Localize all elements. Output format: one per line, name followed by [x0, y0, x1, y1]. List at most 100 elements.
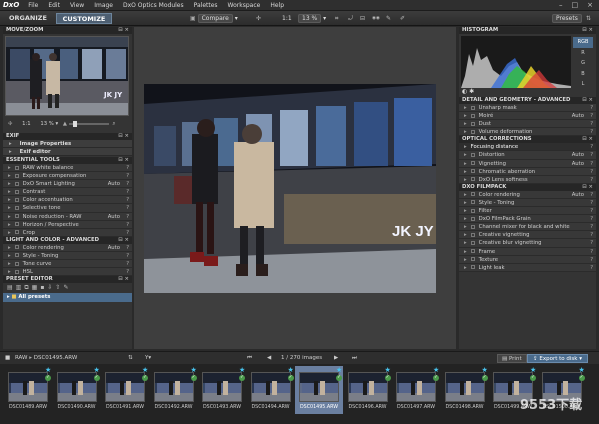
enable-checkbox[interactable] — [470, 129, 475, 134]
exif-editor-item[interactable]: ▸ Exif editor — [3, 148, 132, 156]
move-zoom-header[interactable]: MOVE/ZOOM ⊟ × — [3, 27, 132, 34]
filmpack-style-toning[interactable]: ▸ Style - Toning? — [459, 198, 596, 208]
thumbnail[interactable] — [444, 372, 485, 402]
detail-volume-deformation[interactable]: ▸ Volume deformation? — [459, 128, 596, 137]
magnifier-icon[interactable]: ⌕ — [112, 121, 115, 127]
panel-close-icon[interactable]: ⊟ × — [118, 27, 129, 34]
filmpack-texture[interactable]: ▸ Texture? — [459, 255, 596, 264]
enable-checkbox[interactable] — [470, 177, 475, 182]
enable-checkbox[interactable] — [14, 245, 19, 250]
channel-g[interactable]: G — [573, 58, 593, 69]
enable-checkbox[interactable] — [14, 173, 19, 178]
image-viewer[interactable]: JK JY — [134, 27, 456, 349]
help-icon[interactable]: ? — [590, 199, 593, 207]
detail-moir[interactable]: ▸ Moiré Auto? — [459, 112, 596, 121]
enable-checkbox[interactable] — [470, 257, 475, 262]
thumbnail[interactable] — [8, 372, 48, 402]
enable-checkbox[interactable] — [14, 205, 19, 210]
essential-exposure-compensation[interactable]: ▸ Exposure compensation? — [3, 172, 132, 181]
essential-tools-header[interactable]: ESSENTIAL TOOLS ⊟ × — [3, 157, 132, 164]
help-icon[interactable]: ? — [126, 252, 129, 260]
tab-organize[interactable]: ORGANIZE — [3, 13, 53, 24]
filmpack-frame[interactable]: ▸ Frame? — [459, 247, 596, 256]
essential-raw-white-balance[interactable]: ▸ RAW white balance? — [3, 164, 132, 173]
light-style-toning[interactable]: ▸ Style - Toning? — [3, 251, 132, 261]
optical-corrections-header[interactable]: OPTICAL CORRECTIONS ⊟ × — [459, 136, 596, 144]
light-hsl[interactable]: ▸ HSL? — [3, 268, 132, 277]
enable-checkbox[interactable] — [470, 224, 475, 229]
compare-button[interactable]: ▣ Compare ▾ — [190, 14, 238, 23]
detail-unsharp-mask[interactable]: ▸ Unsharp mask? — [459, 104, 596, 113]
thumbnail[interactable] — [250, 372, 291, 402]
enable-checkbox[interactable] — [470, 208, 475, 213]
optical-vignetting[interactable]: ▸ Vignetting Auto? — [459, 159, 596, 168]
optical-chromatic-aberration[interactable]: ▸ Chromatic aberration? — [459, 167, 596, 176]
help-icon[interactable]: ? — [126, 188, 129, 196]
optical-focusing-distance[interactable]: ▸ Focusing distance? — [459, 143, 596, 152]
detail-dust[interactable]: ▸ Dust? — [459, 120, 596, 129]
optical-dxo-lens-softness[interactable]: ▸ DxO Lens softness? — [459, 175, 596, 184]
enable-checkbox[interactable] — [470, 232, 475, 237]
clipping-icons[interactable]: ◐ ✱ — [462, 88, 474, 95]
enable-checkbox[interactable] — [470, 121, 475, 126]
enable-checkbox[interactable] — [470, 200, 475, 205]
nav-ratio[interactable]: 1:1 — [22, 121, 31, 127]
path-root[interactable]: RAW — [15, 355, 28, 361]
help-icon[interactable]: ? — [590, 160, 593, 168]
enable-checkbox[interactable] — [14, 269, 19, 274]
help-icon[interactable]: ? — [126, 213, 129, 221]
essential-selective-tone[interactable]: ▸ Selective tone? — [3, 204, 132, 213]
horizon-icon[interactable]: ⊟ — [360, 14, 365, 23]
folder-nav-icon[interactable]: ■ — [5, 355, 10, 361]
menu-optics-modules[interactable]: DxO Optics Modules — [118, 2, 189, 9]
zoom-slider-handle[interactable] — [72, 120, 77, 127]
enable-checkbox[interactable] — [14, 197, 19, 202]
filmpack-channel-mixer-for-black-and-white[interactable]: ▸ Channel mixer for black and white? — [459, 223, 596, 232]
detail-geometry-header[interactable]: DETAIL AND GEOMETRY - ADVANCED ⊟ × — [459, 97, 596, 104]
essential-crop[interactable]: ▸ Crop? — [3, 228, 132, 237]
filmpack-filter[interactable]: ▸ Filter? — [459, 207, 596, 216]
zoom-slider[interactable] — [68, 120, 109, 127]
help-icon[interactable]: ? — [126, 229, 129, 237]
preset-editor-header[interactable]: PRESET EDITOR ⊟ × — [3, 276, 132, 284]
channel-rgb[interactable]: RGB — [573, 37, 593, 48]
picker-icon[interactable]: ✐ — [400, 14, 405, 23]
new-preset-icon[interactable]: ▤ — [7, 284, 16, 291]
light-color-header[interactable]: LIGHT AND COLOR - ADVANCED ⊟ × — [3, 236, 132, 244]
export-button[interactable]: ⇪ Export to disk ▾ — [527, 354, 588, 363]
help-icon[interactable]: ? — [590, 223, 593, 231]
light-tone-curve[interactable]: ▸ Tone curve? — [3, 260, 132, 269]
enable-checkbox[interactable] — [470, 192, 475, 197]
thumbnail[interactable] — [347, 372, 388, 402]
help-icon[interactable]: ? — [590, 248, 593, 256]
essential-color-accentuation[interactable]: ▸ Color accentuation? — [3, 196, 132, 205]
enable-checkbox[interactable] — [470, 161, 475, 166]
filmpack-light-leak[interactable]: ▸ Light leak? — [459, 263, 596, 272]
menu-palettes[interactable]: Palettes — [189, 2, 223, 9]
help-icon[interactable]: ? — [126, 180, 129, 188]
enable-checkbox[interactable] — [14, 222, 19, 227]
thumbnail[interactable] — [299, 372, 339, 402]
channel-l[interactable]: L — [573, 79, 593, 90]
menu-image[interactable]: Image — [89, 2, 118, 9]
menu-edit[interactable]: Edit — [43, 2, 65, 9]
essential-contrast[interactable]: ▸ Contrast? — [3, 188, 132, 197]
help-icon[interactable]: ? — [590, 176, 593, 184]
thumbnail[interactable] — [202, 372, 242, 402]
help-icon[interactable]: ? — [590, 143, 593, 151]
histogram-header[interactable]: HISTOGRAM ⊟ × — [459, 27, 596, 34]
presets-button[interactable]: Presets — [552, 14, 582, 23]
help-icon[interactable]: ? — [590, 215, 593, 223]
filmpack-color-rendering[interactable]: ▸ Color rendering Auto? — [459, 190, 596, 199]
save-preset-icon[interactable]: ▦ — [32, 284, 41, 291]
filmpack-creative-blur-vignetting[interactable]: ▸ Creative blur vignetting? — [459, 239, 596, 248]
menu-view[interactable]: View — [65, 2, 89, 9]
enable-checkbox[interactable] — [470, 169, 475, 174]
help-icon[interactable]: ? — [590, 231, 593, 239]
help-icon[interactable]: ? — [126, 164, 129, 172]
enable-checkbox[interactable] — [14, 165, 19, 170]
close-icon[interactable]: × — [587, 1, 593, 9]
maximize-icon[interactable]: □ — [572, 1, 579, 9]
repair-icon[interactable]: ✎ — [386, 14, 391, 23]
enable-checkbox[interactable] — [470, 216, 475, 221]
